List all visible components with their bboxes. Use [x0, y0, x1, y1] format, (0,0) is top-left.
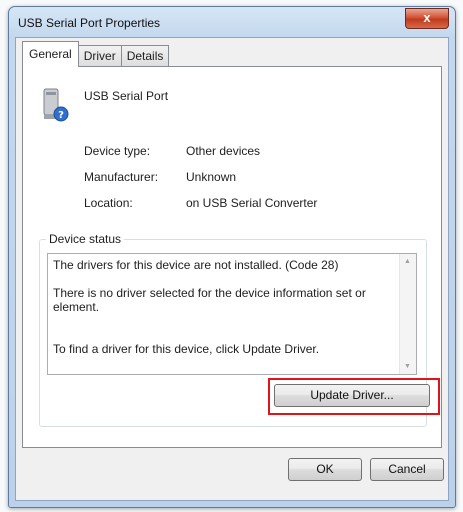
- status-scrollbar[interactable]: ▲ ▼: [399, 254, 416, 374]
- device-status-text: The drivers for this device are not inst…: [53, 258, 366, 356]
- dialog-body: General Driver Details ? USB Serial Port…: [15, 37, 449, 501]
- location-value: on USB Serial Converter: [186, 196, 318, 210]
- device-status-legend: Device status: [46, 232, 125, 246]
- tab-driver[interactable]: Driver: [77, 45, 122, 67]
- manufacturer-label: Manufacturer:: [84, 170, 159, 184]
- title-bar[interactable]: USB Serial Port Properties x: [9, 7, 455, 37]
- device-name: USB Serial Port: [84, 89, 169, 103]
- cancel-button[interactable]: Cancel: [370, 458, 444, 481]
- window-title: USB Serial Port Properties: [18, 16, 161, 30]
- usb-serial-port-icon: ?: [43, 88, 69, 122]
- tab-general[interactable]: General: [22, 41, 79, 67]
- tab-details[interactable]: Details: [120, 45, 170, 67]
- device-status-textbox[interactable]: The drivers for this device are not inst…: [47, 253, 417, 375]
- location-label: Location:: [84, 196, 133, 210]
- ok-button[interactable]: OK: [288, 458, 362, 481]
- scroll-down-icon[interactable]: ▼: [404, 363, 411, 370]
- properties-window: USB Serial Port Properties x General Dri…: [8, 6, 456, 508]
- device-type-value: Other devices: [186, 144, 261, 158]
- update-driver-button[interactable]: Update Driver...: [274, 384, 430, 407]
- device-type-label: Device type:: [84, 144, 151, 158]
- close-icon: x: [423, 10, 431, 25]
- manufacturer-value: Unknown: [186, 170, 237, 184]
- scroll-up-icon[interactable]: ▲: [404, 258, 411, 265]
- tab-strip: General Driver Details: [22, 41, 170, 67]
- svg-text:?: ?: [58, 110, 64, 121]
- close-button[interactable]: x: [405, 8, 449, 29]
